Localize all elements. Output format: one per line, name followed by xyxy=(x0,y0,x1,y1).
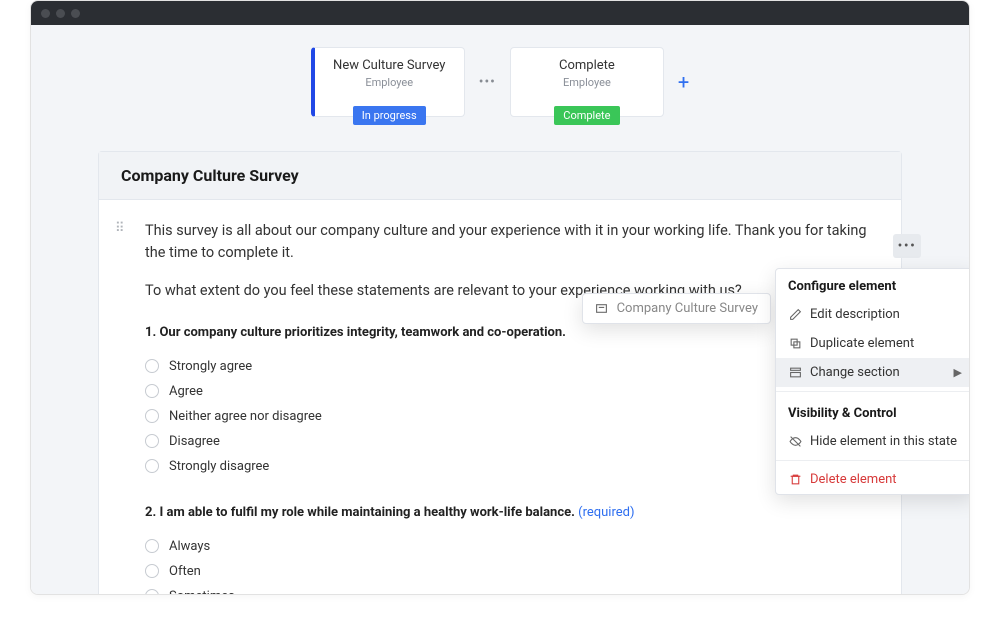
option-label: Neither agree nor disagree xyxy=(169,409,322,424)
menu-item-delete[interactable]: Delete element xyxy=(776,465,969,494)
question-block: 1. Our company culture prioritizes integ… xyxy=(145,325,873,479)
stage-role: Employee xyxy=(519,76,655,89)
radio-icon[interactable] xyxy=(145,589,159,594)
element-more-button[interactable]: ••• xyxy=(893,234,921,258)
question-title: 2. I am able to fulfil my role while mai… xyxy=(145,505,873,520)
app-window: New Culture Survey Employee In progress … xyxy=(30,0,970,595)
option-row[interactable]: Neither agree nor disagree xyxy=(145,404,873,429)
add-stage-button[interactable]: + xyxy=(678,70,689,94)
menu-item-label: Change section xyxy=(810,365,900,380)
option-label: Often xyxy=(169,564,201,579)
window-control-min[interactable] xyxy=(56,9,65,18)
option-row[interactable]: Strongly agree xyxy=(145,354,873,379)
option-row[interactable]: Disagree xyxy=(145,429,873,454)
radio-icon[interactable] xyxy=(145,564,159,578)
required-label: (required) xyxy=(578,505,634,520)
menu-item-label: Edit description xyxy=(810,307,900,322)
option-label: Strongly disagree xyxy=(169,459,269,474)
radio-icon[interactable] xyxy=(145,539,159,553)
menu-heading: Configure element xyxy=(776,269,969,300)
stage-role: Employee xyxy=(323,76,456,89)
survey-intro: This survey is all about our company cul… xyxy=(145,220,873,264)
survey-panel: Company Culture Survey ⠿ ••• Configure e… xyxy=(98,151,902,594)
panel-title: Company Culture Survey xyxy=(99,152,901,200)
menu-item-duplicate[interactable]: Duplicate element xyxy=(776,329,969,358)
stage-ellipsis-icon: ••• xyxy=(479,74,496,90)
trash-icon xyxy=(788,473,802,486)
submenu-label: Company Culture Survey xyxy=(617,301,758,316)
option-row[interactable]: Often xyxy=(145,559,873,584)
eye-off-icon xyxy=(788,435,802,448)
radio-icon[interactable] xyxy=(145,459,159,473)
window-titlebar xyxy=(31,1,969,25)
option-row[interactable]: Sometimes xyxy=(145,584,873,595)
menu-heading: Visibility & Control xyxy=(776,396,969,427)
question-block: 2. I am able to fulfil my role while mai… xyxy=(145,505,873,595)
window-control-close[interactable] xyxy=(41,9,50,18)
window-control-max[interactable] xyxy=(71,9,80,18)
question-title: 1. Our company culture prioritizes integ… xyxy=(145,325,873,340)
option-row[interactable]: Strongly disagree xyxy=(145,454,873,479)
stage-badge: In progress xyxy=(353,106,426,125)
question-text: 2. I am able to fulfil my role while mai… xyxy=(145,505,575,520)
chevron-right-icon: ▶ xyxy=(954,366,962,379)
form-icon xyxy=(595,302,609,315)
menu-item-hide[interactable]: Hide element in this state xyxy=(776,427,969,456)
option-label: Agree xyxy=(169,384,203,399)
option-label: Sometimes xyxy=(169,589,235,595)
panel-body: ⠿ ••• Configure element Edit description… xyxy=(99,200,901,594)
option-label: Disagree xyxy=(169,434,220,449)
change-section-submenu[interactable]: Company Culture Survey xyxy=(582,293,771,324)
option-label: Strongly agree xyxy=(169,359,252,374)
options-list: Always Often Sometimes xyxy=(145,534,873,595)
context-menu: Configure element Edit description Dupli… xyxy=(775,268,969,495)
option-label: Always xyxy=(169,539,210,554)
options-list: Strongly agree Agree Neither agree nor d… xyxy=(145,354,873,479)
menu-item-edit[interactable]: Edit description xyxy=(776,300,969,329)
pencil-icon xyxy=(788,308,802,321)
stage-badge: Complete xyxy=(554,106,619,125)
menu-item-label: Delete element xyxy=(810,472,897,487)
menu-item-label: Hide element in this state xyxy=(810,434,957,449)
menu-separator xyxy=(776,391,969,392)
stage-card[interactable]: New Culture Survey Employee In progress xyxy=(311,47,465,117)
stage-card[interactable]: Complete Employee Complete xyxy=(510,47,664,117)
section-icon xyxy=(788,366,802,379)
option-row[interactable]: Always xyxy=(145,534,873,559)
radio-icon[interactable] xyxy=(145,434,159,448)
menu-item-change-section[interactable]: Change section ▶ xyxy=(776,358,969,387)
radio-icon[interactable] xyxy=(145,359,159,373)
option-row[interactable]: Agree xyxy=(145,379,873,404)
drag-handle-icon[interactable]: ⠿ xyxy=(115,226,127,232)
menu-item-label: Duplicate element xyxy=(810,336,914,351)
app-body: New Culture Survey Employee In progress … xyxy=(31,25,969,594)
radio-icon[interactable] xyxy=(145,409,159,423)
workflow-stages: New Culture Survey Employee In progress … xyxy=(31,25,969,135)
radio-icon[interactable] xyxy=(145,384,159,398)
copy-icon xyxy=(788,337,802,350)
stage-title: New Culture Survey xyxy=(323,58,456,73)
stage-title: Complete xyxy=(519,58,655,73)
menu-separator xyxy=(776,460,969,461)
